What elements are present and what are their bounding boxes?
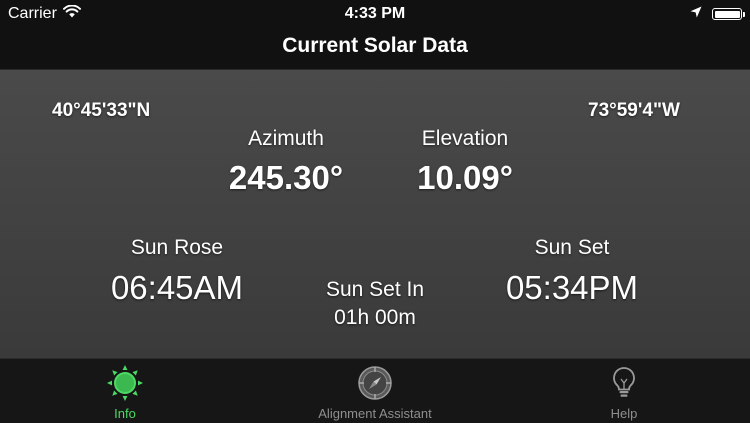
tab-help[interactable]: Help xyxy=(574,359,674,423)
tab-alignment-assistant[interactable]: Alignment Assistant xyxy=(295,359,455,423)
compass-icon xyxy=(357,365,393,406)
tab-info-label: Info xyxy=(114,406,136,421)
tab-bar: Info Alignment Assistant Help xyxy=(0,358,750,423)
location-arrow-icon xyxy=(690,5,702,23)
app-screen: Carrier 4:33 PM Current Solar Data 40°45… xyxy=(0,0,750,423)
page-title: Current Solar Data xyxy=(282,34,468,57)
azimuth-label: Azimuth xyxy=(248,127,324,150)
lightbulb-icon xyxy=(606,365,642,406)
sun-rose-label: Sun Rose xyxy=(130,236,224,259)
sun-set-label: Sun Set xyxy=(534,236,610,259)
status-time: 4:33 PM xyxy=(344,5,406,22)
solar-data-panel: 40°45'33"N 73°59'4"W Azimuth 245.30° Ele… xyxy=(0,70,750,358)
tab-alignment-assistant-label: Alignment Assistant xyxy=(318,406,432,421)
tab-help-label: Help xyxy=(610,406,638,421)
tab-info[interactable]: Info xyxy=(65,359,185,423)
sun-set-in-value: 01h 00m xyxy=(334,306,416,329)
sun-icon xyxy=(107,365,143,406)
longitude-value: 73°59'4"W xyxy=(588,100,680,121)
sun-set-in-label: Sun Set In xyxy=(325,278,425,301)
elevation-value: 10.09° xyxy=(417,159,513,196)
top-bar: Carrier 4:33 PM Current Solar Data xyxy=(0,0,750,70)
sun-set-value: 05:34PM xyxy=(505,269,639,306)
elevation-label: Elevation xyxy=(421,127,509,150)
status-indicators xyxy=(690,5,745,23)
sun-rose-value: 06:45AM xyxy=(110,269,244,306)
latitude-value: 40°45'33"N xyxy=(52,100,151,121)
battery-icon xyxy=(712,8,745,20)
azimuth-value: 245.30° xyxy=(228,159,344,196)
